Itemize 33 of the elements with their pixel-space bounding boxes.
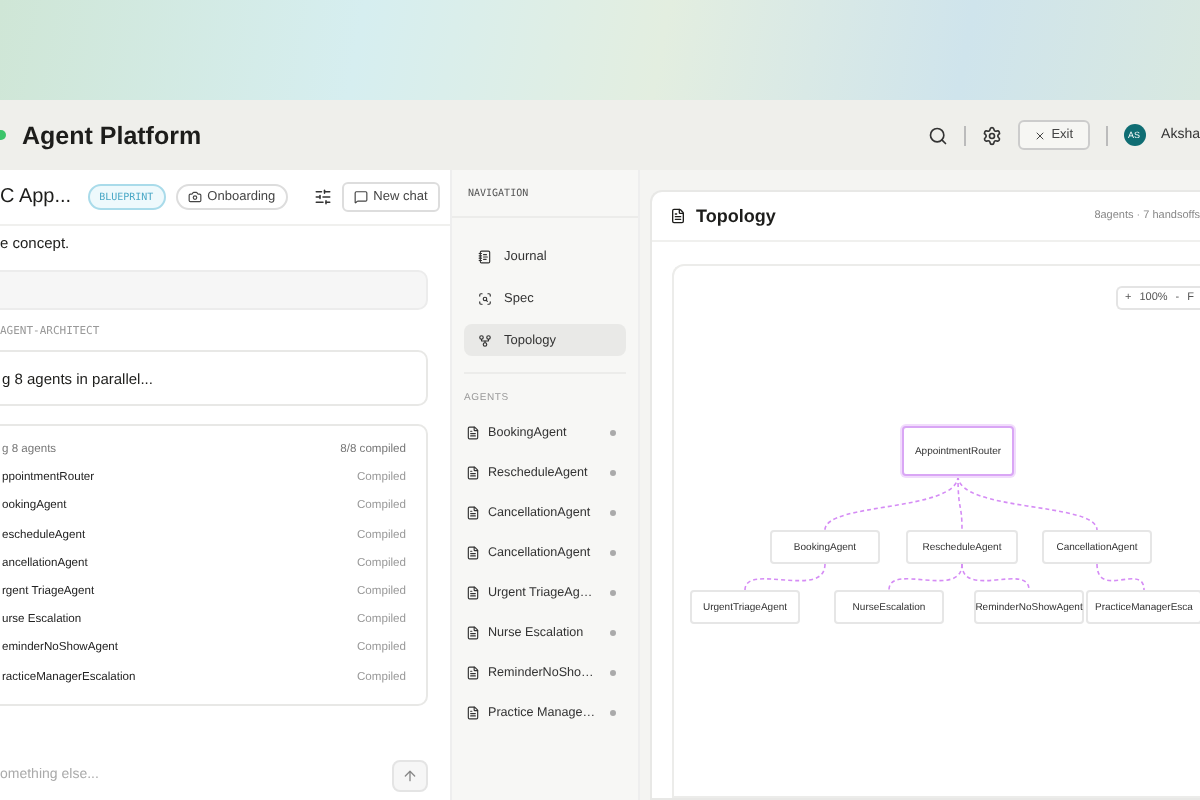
handoff-connector — [744, 563, 826, 591]
arrow-up-icon — [402, 767, 418, 783]
handoff-connector — [1096, 563, 1145, 591]
status-dot — [610, 429, 616, 435]
file-icon — [466, 625, 480, 639]
file-icon — [466, 505, 480, 519]
chat-title: C App... — [0, 186, 72, 208]
app-title: Agent Platform — [22, 121, 204, 149]
status-dot — [610, 509, 616, 515]
panel-title: Topology — [696, 206, 778, 226]
document-icon — [670, 208, 686, 224]
file-icon — [466, 425, 480, 439]
camera-icon — [187, 190, 202, 204]
settings-icon[interactable] — [981, 125, 1002, 145]
status-dot — [610, 669, 616, 675]
status-dot — [610, 709, 616, 715]
notebook-icon — [478, 249, 492, 263]
status-dot — [610, 469, 616, 475]
scan-icon — [478, 291, 492, 305]
file-icon — [466, 665, 480, 679]
status-dot — [610, 589, 616, 595]
handoff-connector — [961, 563, 1030, 591]
status-dot — [610, 629, 616, 635]
fork-icon — [478, 333, 492, 347]
file-icon — [466, 705, 480, 719]
chat-bubble-icon — [353, 190, 368, 204]
file-icon — [466, 585, 480, 599]
sliders-icon[interactable] — [313, 188, 332, 206]
file-icon — [466, 465, 480, 479]
file-icon — [466, 545, 480, 559]
search-icon[interactable] — [927, 125, 948, 145]
status-dot — [610, 549, 616, 555]
close-icon — [1033, 129, 1046, 141]
